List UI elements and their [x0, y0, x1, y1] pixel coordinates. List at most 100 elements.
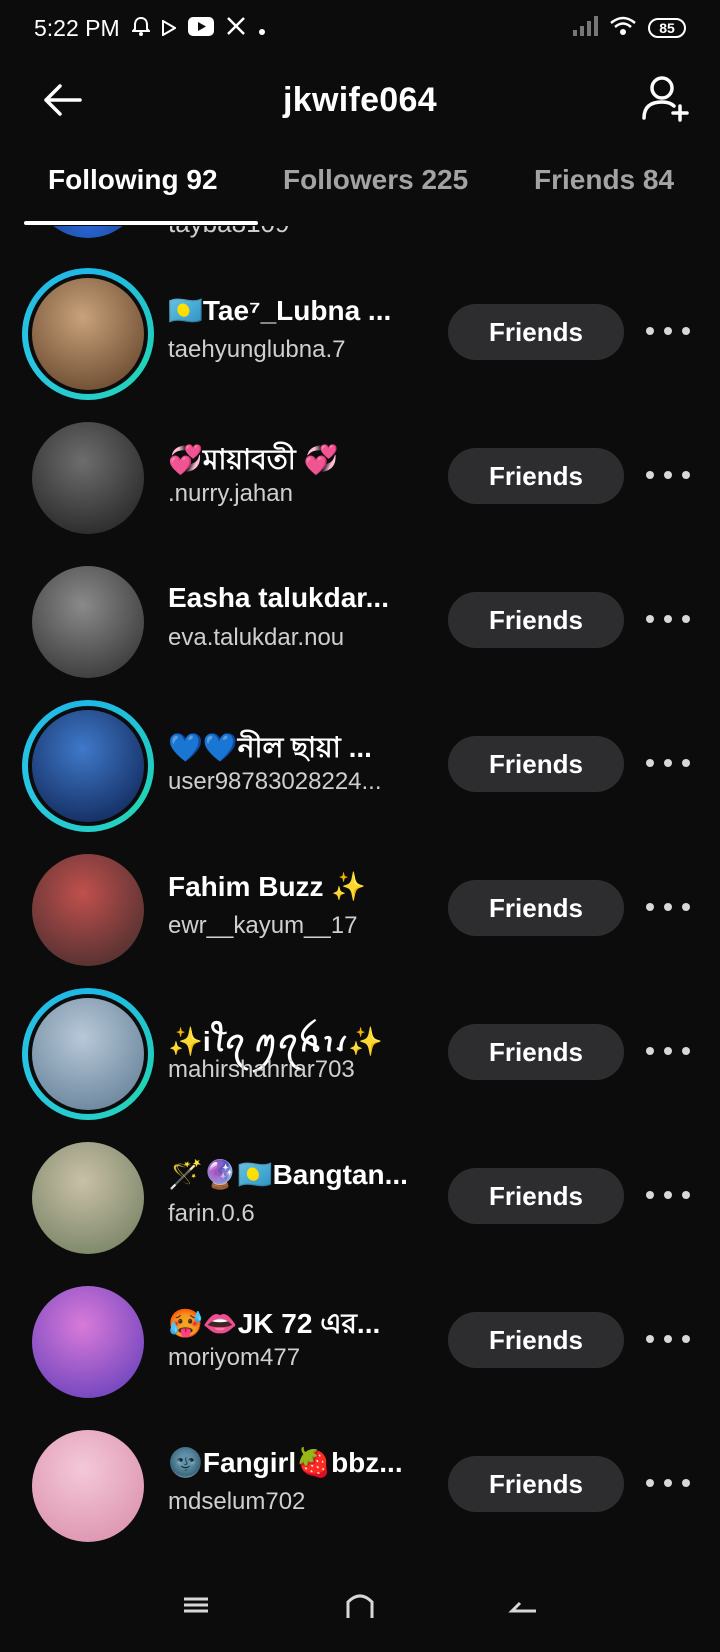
more-dot	[682, 1335, 690, 1343]
more-dot	[664, 759, 672, 767]
add-user-icon[interactable]	[640, 74, 690, 124]
following-list[interactable]: tayba8109 🇵🇼Tae⁷_Lubna ... taehyunglubna.…	[0, 226, 720, 1556]
friends-button[interactable]: Friends	[448, 1024, 624, 1080]
tab-following[interactable]: Following 92	[48, 164, 218, 196]
more-dot	[646, 759, 654, 767]
signal-icon	[572, 15, 598, 42]
avatar[interactable]	[22, 268, 154, 400]
more-options-icon[interactable]	[646, 1180, 690, 1210]
friends-button[interactable]: Friends	[448, 1312, 624, 1368]
more-dot	[664, 903, 672, 911]
more-options-icon[interactable]	[646, 604, 690, 634]
alarm-icon	[130, 15, 152, 42]
list-item[interactable]: 🇵🇼Tae⁷_Lubna ... taehyunglubna.7 Friends	[0, 266, 720, 410]
avatar[interactable]	[22, 556, 154, 688]
avatar-image	[32, 226, 144, 238]
avatar[interactable]	[22, 1420, 154, 1552]
status-left: 5:22 PM	[34, 15, 266, 42]
user-handle: taehyunglubna.7	[168, 336, 346, 363]
avatar-image	[32, 1286, 144, 1398]
avatar[interactable]	[22, 700, 154, 832]
more-options-icon[interactable]	[646, 1468, 690, 1498]
list-item[interactable]: 💞মায়াবতী 💞 .nurry.jahan Friends	[0, 410, 720, 554]
more-options-icon[interactable]	[646, 748, 690, 778]
wifi-icon	[610, 15, 636, 42]
menu-icon[interactable]	[178, 1590, 214, 1620]
avatar[interactable]	[22, 988, 154, 1120]
friends-button[interactable]: Friends	[448, 1168, 624, 1224]
user-display-name: 💞মায়াবতী 💞	[168, 444, 339, 475]
more-dot	[646, 1191, 654, 1199]
user-handle: mahirshahriar703	[168, 1056, 355, 1083]
user-display-name: 🥵👄JK 72 এর...	[168, 1308, 381, 1339]
friends-button[interactable]: Friends	[448, 880, 624, 936]
user-display-name: Easha talukdar...	[168, 582, 389, 613]
avatar[interactable]	[22, 1132, 154, 1264]
more-options-icon[interactable]	[646, 460, 690, 490]
tab-followers[interactable]: Followers 225	[283, 164, 468, 196]
more-options-icon[interactable]	[646, 1324, 690, 1354]
home-icon[interactable]	[342, 1590, 378, 1620]
user-display-name: 🇵🇼Tae⁷_Lubna ...	[168, 295, 392, 326]
list-item[interactable]: Fahim Buzz ✨ ewr__kayum__17 Friends	[0, 842, 720, 986]
back-icon[interactable]	[506, 1590, 542, 1620]
user-display-name: 💙💙নীল ছায়া ...	[168, 732, 372, 763]
user-handle: farin.0.6	[168, 1200, 255, 1227]
more-dot	[682, 1047, 690, 1055]
user-display-name: 🌚Fangirl🍓bbz...	[168, 1447, 403, 1478]
x-icon	[226, 15, 246, 42]
more-dot	[646, 1335, 654, 1343]
list-item[interactable]: Easha talukdar... eva.talukdar.nou Friends	[0, 554, 720, 698]
avatar-image	[32, 1430, 144, 1542]
list-item[interactable]: 🥵👄JK 72 এর... moriyom477 Friends	[0, 1274, 720, 1418]
avatar-image	[32, 422, 144, 534]
list-item[interactable]: ✨iꪻꪖ ꪑꪖꫝꪱꪹ✨ mahirshahriar703 Friends	[0, 986, 720, 1130]
list-item[interactable]: tayba8109	[0, 226, 720, 258]
avatar-image	[32, 710, 144, 822]
status-bar: 5:22 PM 85	[0, 0, 720, 56]
user-handle: .nurry.jahan	[168, 480, 293, 507]
dot-icon	[258, 15, 266, 42]
more-options-icon[interactable]	[646, 1036, 690, 1066]
system-nav-bar	[0, 1560, 720, 1652]
user-handle: moriyom477	[168, 1344, 301, 1371]
user-handle: ewr__kayum__17	[168, 912, 358, 939]
list-item[interactable]: 🌚Fangirl🍓bbz... mdselum702 Friends	[0, 1418, 720, 1556]
more-dot	[646, 327, 654, 335]
user-handle: tayba8109	[168, 226, 289, 239]
more-dot	[646, 615, 654, 623]
friends-button[interactable]: Friends	[448, 304, 624, 360]
avatar[interactable]	[22, 844, 154, 976]
list-item[interactable]: 💙💙নীল ছায়া ... user98783028224... Friends	[0, 698, 720, 842]
more-options-icon[interactable]	[646, 316, 690, 346]
friends-button[interactable]: Friends	[448, 1456, 624, 1512]
more-dot	[664, 1191, 672, 1199]
tab-friends[interactable]: Friends 84	[534, 164, 674, 196]
avatar[interactable]	[22, 226, 154, 248]
battery-icon: 85	[648, 18, 686, 38]
more-dot	[664, 327, 672, 335]
more-dot	[682, 1479, 690, 1487]
more-dot	[664, 471, 672, 479]
arrow-left-icon[interactable]	[40, 78, 84, 122]
user-handle: user98783028224...	[168, 768, 382, 795]
play-icon	[161, 15, 177, 42]
avatar[interactable]	[22, 1276, 154, 1408]
more-options-icon[interactable]	[646, 892, 690, 922]
friends-button[interactable]: Friends	[448, 592, 624, 648]
youtube-icon	[187, 15, 214, 42]
header: jkwife064	[0, 56, 720, 144]
friends-button[interactable]: Friends	[448, 736, 624, 792]
friends-button[interactable]: Friends	[448, 448, 624, 504]
more-dot	[682, 903, 690, 911]
avatar[interactable]	[22, 412, 154, 544]
more-dot	[682, 327, 690, 335]
user-handle: eva.talukdar.nou	[168, 624, 345, 651]
more-dot	[646, 903, 654, 911]
more-dot	[664, 615, 672, 623]
list-item[interactable]: 🪄🔮🇵🇼Bangtan... farin.0.6 Friends	[0, 1130, 720, 1274]
user-handle: mdselum702	[168, 1488, 306, 1515]
avatar-image	[32, 854, 144, 966]
more-dot	[646, 1479, 654, 1487]
more-dot	[646, 471, 654, 479]
